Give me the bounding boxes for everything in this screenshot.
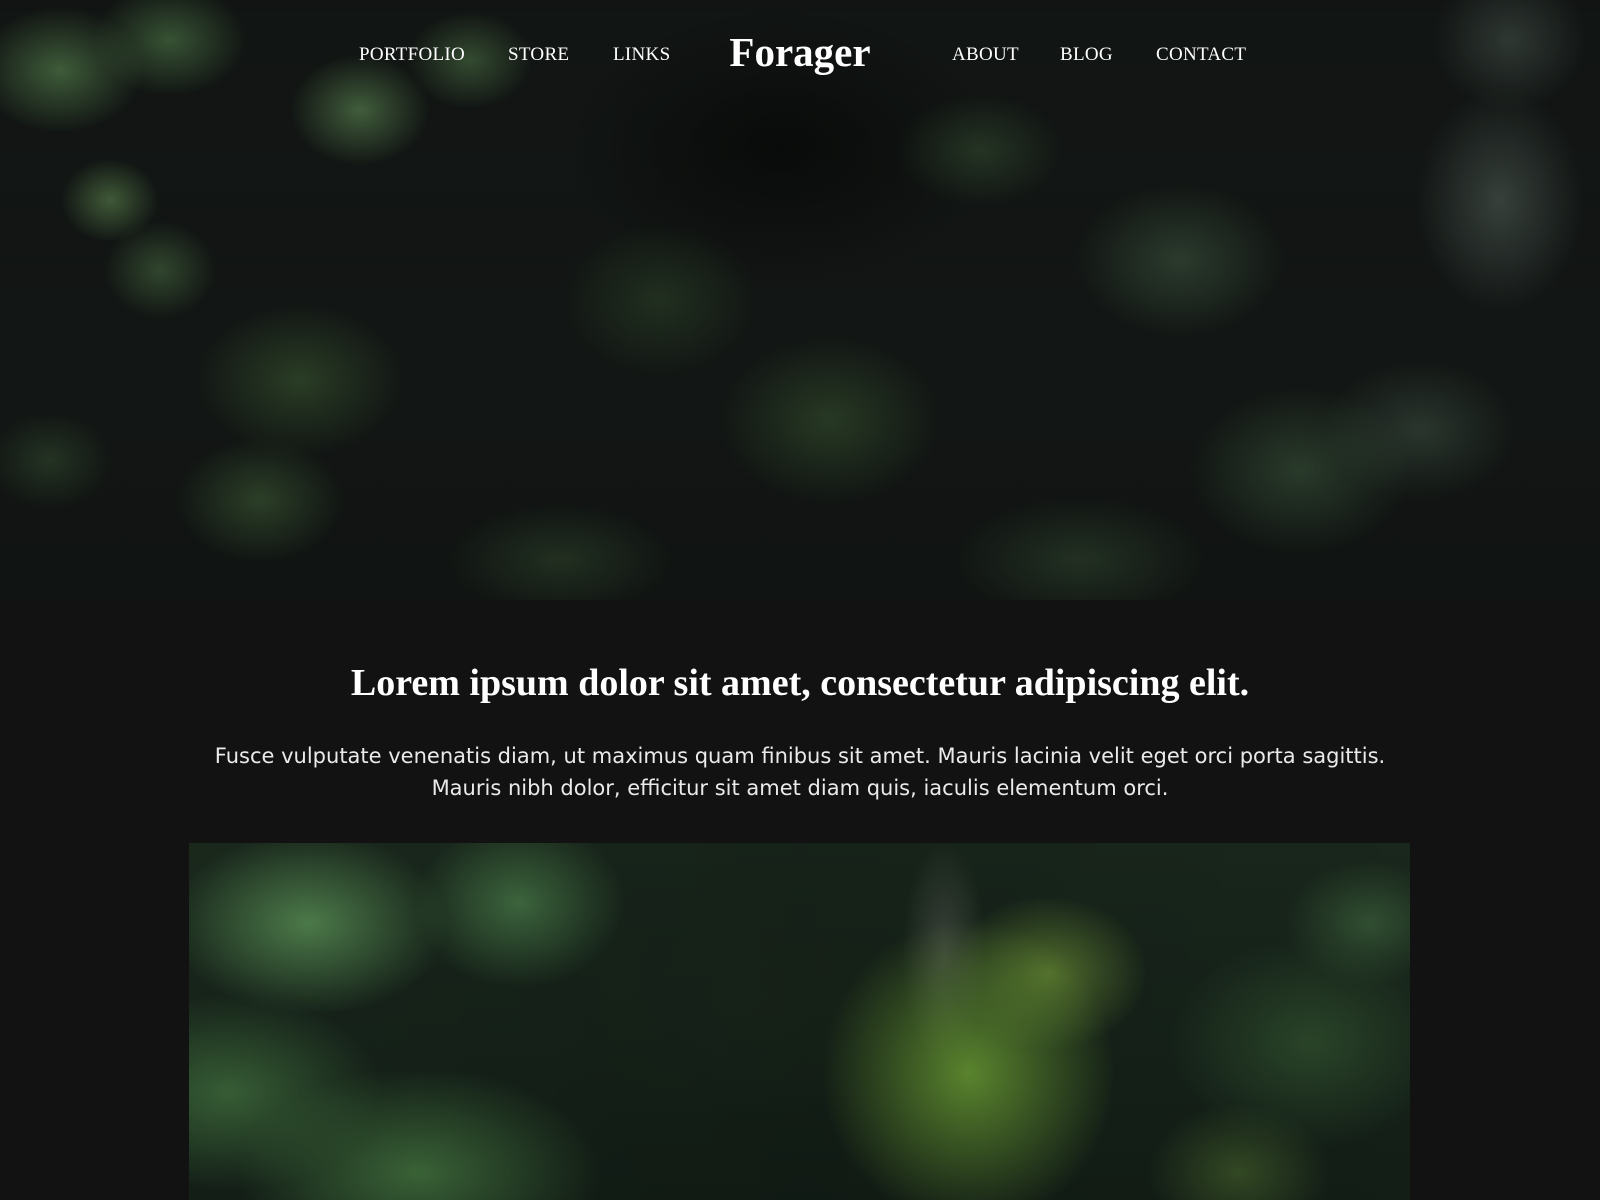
intro-paragraph-line-1: Fusce vulputate venenatis diam, ut maxim…: [214, 744, 1386, 768]
nav-link-contact[interactable]: CONTACT: [1156, 44, 1246, 66]
main-navigation: PORTFOLIO STORE LINKS Forager ABOUT BLOG…: [0, 0, 1600, 115]
intro-paragraph: Fusce vulputate venenatis diam, ut maxim…: [150, 740, 1450, 804]
nav-link-portfolio[interactable]: PORTFOLIO: [359, 44, 465, 66]
nav-link-blog[interactable]: BLOG: [1060, 44, 1113, 66]
intro-section: Lorem ipsum dolor sit amet, consectetur …: [0, 600, 1600, 843]
feature-palm-image: [189, 843, 1410, 1200]
intro-paragraph-line-2: Mauris nibh dolor, efficitur sit amet di…: [431, 776, 1169, 800]
intro-headline: Lorem ipsum dolor sit amet, consectetur …: [350, 662, 1250, 704]
site-logo[interactable]: Forager: [650, 29, 950, 75]
nav-link-about[interactable]: ABOUT: [952, 44, 1019, 66]
nav-link-store[interactable]: STORE: [508, 44, 569, 66]
